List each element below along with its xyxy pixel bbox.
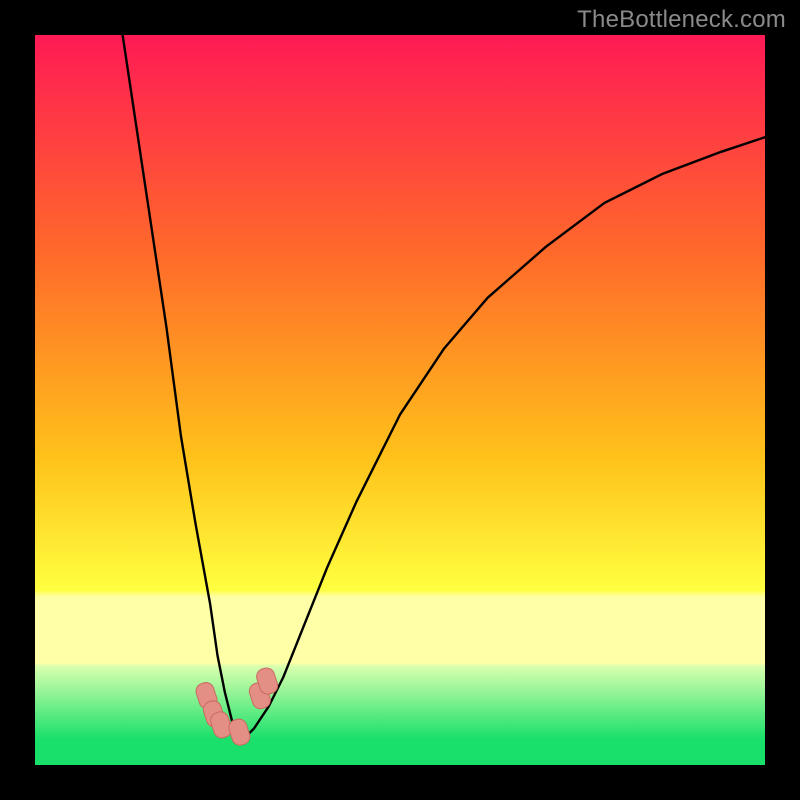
- watermark-label: TheBottleneck.com: [577, 6, 786, 34]
- bottleneck-chart: [35, 35, 765, 765]
- chart-frame: TheBottleneck.com: [0, 0, 800, 800]
- plot-area: [35, 35, 765, 765]
